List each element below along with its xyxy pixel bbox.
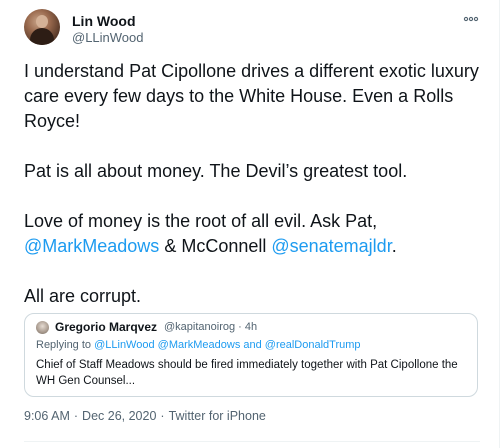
tweet-date[interactable]: Dec 26, 2020 <box>82 409 156 423</box>
tweet-card: Lin Wood @LLinWood I understand Pat Cipo… <box>0 0 500 448</box>
tweet-paragraph-1: I understand Pat Cipollone drives a diff… <box>24 61 479 131</box>
paragraph-3-start: Love of money is the root of all evil. A… <box>24 211 378 231</box>
author-handle[interactable]: @LLinWood <box>72 30 144 45</box>
mention-markmeadows-link[interactable]: @MarkMeadows <box>24 236 159 256</box>
tweet-paragraph-4: All are corrupt. <box>24 286 142 306</box>
tweet-source[interactable]: Twitter for iPhone <box>169 409 266 423</box>
footer-divider <box>24 441 480 442</box>
mention-senatemajldr-link[interactable]: @senatemajldr <box>271 236 391 256</box>
author-avatar[interactable] <box>24 9 60 45</box>
tweet-time[interactable]: 9:06 AM <box>24 409 70 423</box>
tweet-paragraph-3: Love of money is the root of all evil. A… <box>24 209 480 259</box>
avatar-head-shape <box>36 15 48 28</box>
separator-dot: · <box>73 409 79 423</box>
quoted-tweet-text: Chief of Staff Meadows should be fired i… <box>36 359 458 387</box>
tweet-paragraph-2: Pat is all about money. The Devil’s grea… <box>24 161 408 181</box>
tweet-footer: 9:06 AM · Dec 26, 2020 · Twitter for iPhone <box>24 409 266 423</box>
quoted-replying-to: Replying to @LLinWood @MarkMeadows and @… <box>36 339 361 351</box>
tweet-text: I understand Pat Cipollone drives a diff… <box>24 59 480 334</box>
more-dots-icon[interactable] <box>462 12 480 26</box>
replying-label: Replying to <box>36 339 95 351</box>
quoted-handle-time: @kapitanoirog · 4h <box>164 321 258 333</box>
paragraph-3-end: . <box>391 236 397 256</box>
separator-dot: · <box>160 409 165 423</box>
replying-to-mentions[interactable]: @LLinWood @MarkMeadows and @realDonaldTr… <box>94 339 360 351</box>
paragraph-3-middle: & McConnell <box>159 236 272 256</box>
avatar-body-shape <box>30 28 54 45</box>
author-name[interactable]: Lin Wood <box>72 13 136 29</box>
quoted-author-avatar <box>36 321 49 334</box>
quoted-author-name: Gregorio Marqvez <box>55 320 158 334</box>
quoted-tweet[interactable]: Gregorio Marqvez @kapitanoirog · 4h Repl… <box>24 313 478 397</box>
